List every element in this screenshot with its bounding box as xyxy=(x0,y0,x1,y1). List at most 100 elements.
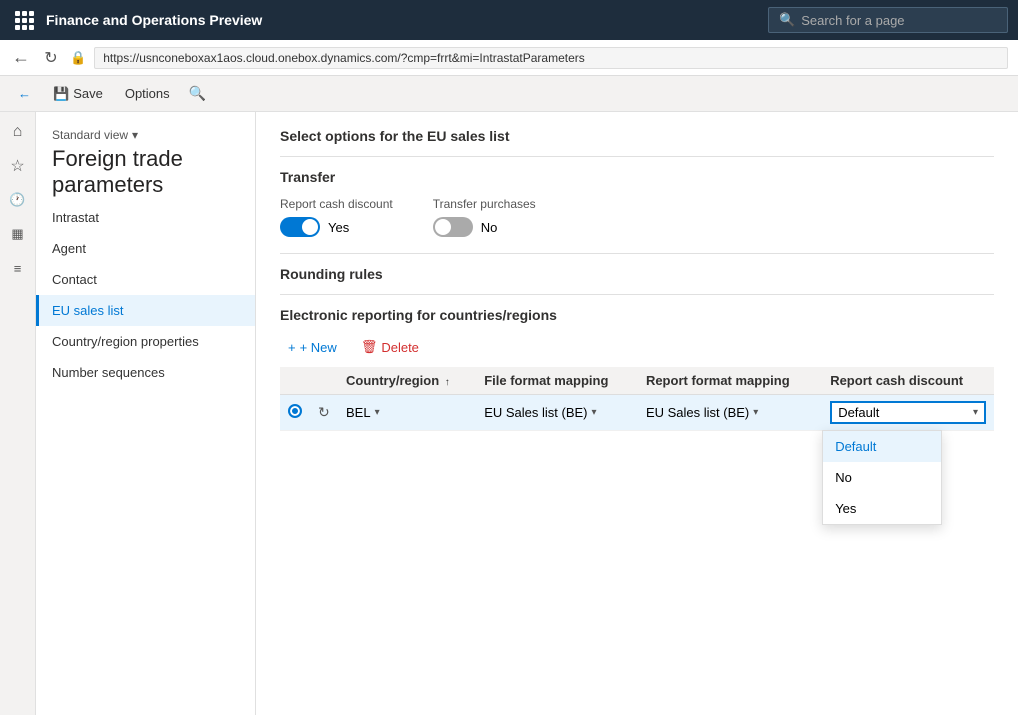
table-body: ↻ BEL ▾ EU Sales list (BE) ▾ xyxy=(280,395,994,431)
data-table: Country/region ↑ File format mapping Rep… xyxy=(280,367,994,431)
electronic-reporting-heading: Electronic reporting for countries/regio… xyxy=(280,307,994,323)
th-country-region: Country/region ↑ xyxy=(338,367,476,395)
rcd-option-default[interactable]: Default xyxy=(823,431,941,462)
td-country-region: BEL ▾ xyxy=(338,395,476,431)
back-nav-button[interactable]: ← xyxy=(10,47,32,69)
country-region-dropdown[interactable]: BEL ▾ xyxy=(346,405,468,420)
sort-icon-country[interactable]: ↑ xyxy=(445,377,450,388)
nav-label-eu-sales-list: EU sales list xyxy=(52,303,124,318)
sidebar-item-agent[interactable]: Agent xyxy=(36,233,255,264)
transfer-purchases-toggle[interactable] xyxy=(433,217,473,237)
toggle-thumb xyxy=(302,219,318,235)
radio-select-filled[interactable] xyxy=(288,404,302,418)
global-search-bar[interactable]: 🔍 Search for a page xyxy=(768,7,1008,33)
th-file-format: File format mapping xyxy=(476,367,638,395)
col-label-country-region: Country/region xyxy=(346,373,439,388)
section-title: Select options for the EU sales list xyxy=(280,128,994,144)
th-select xyxy=(280,367,310,395)
content-area: Select options for the EU sales list Tra… xyxy=(256,112,1018,715)
nav-label-number-sequences: Number sequences xyxy=(52,365,165,380)
back-arrow-icon: ← xyxy=(18,86,31,101)
options-label: Options xyxy=(125,86,170,101)
favorites-icon-button[interactable]: ☆ xyxy=(2,150,34,182)
new-label: + New xyxy=(300,340,337,355)
home-icon-button[interactable]: ⌂ xyxy=(2,116,34,148)
td-refresh: ↻ xyxy=(310,395,338,431)
report-cash-discount-toggle-container: Yes xyxy=(280,217,393,237)
nav-label-country-region: Country/region properties xyxy=(52,334,199,349)
transfer-purchases-label: Transfer purchases xyxy=(433,197,536,211)
modules-icon-button[interactable]: ≡ xyxy=(2,252,34,284)
transfer-heading: Transfer xyxy=(280,169,994,185)
sidebar-item-contact[interactable]: Contact xyxy=(36,264,255,295)
chevron-down-country: ▾ xyxy=(375,407,380,418)
search-icon: 🔍 xyxy=(779,12,795,28)
new-button[interactable]: + + New xyxy=(280,335,345,359)
search-placeholder: Search for a page xyxy=(801,13,904,28)
command-bar: ← 💾 Save Options 🔍 xyxy=(0,76,1018,112)
th-report-cash-discount: Report cash discount xyxy=(822,367,994,395)
sidebar-item-number-sequences[interactable]: Number sequences xyxy=(36,357,255,388)
transfer-purchases-toggle-container: No xyxy=(433,217,536,237)
report-format-dropdown[interactable]: EU Sales list (BE) ▾ xyxy=(646,405,814,420)
chevron-down-file: ▾ xyxy=(592,407,597,418)
rcd-option-yes[interactable]: Yes xyxy=(823,493,941,524)
search-button[interactable]: 🔍 xyxy=(184,80,212,108)
transfer-form-row: Report cash discount Yes Transfer purcha… xyxy=(280,197,994,237)
rcd-input-field[interactable] xyxy=(838,405,969,420)
chevron-down-report: ▾ xyxy=(753,407,758,418)
main-layout: ⌂ ☆ 🕐 ▦ ≡ Standard view ▾ Foreign trade … xyxy=(0,112,1018,715)
delete-icon: 🗑 xyxy=(361,339,378,355)
apps-grid-button[interactable] xyxy=(10,6,38,34)
refresh-nav-button[interactable]: ↻ xyxy=(40,47,62,69)
table-header: Country/region ↑ File format mapping Rep… xyxy=(280,367,994,395)
rcd-option-no-label: No xyxy=(835,470,852,485)
th-report-format: Report format mapping xyxy=(638,367,822,395)
col-label-report-cash-discount: Report cash discount xyxy=(830,373,963,388)
nav-label-agent: Agent xyxy=(52,241,86,256)
delete-button[interactable]: 🗑 Delete xyxy=(353,335,427,359)
save-button[interactable]: 💾 Save xyxy=(45,82,111,106)
rounding-rules-heading: Rounding rules xyxy=(280,266,994,282)
sidebar: Standard view ▾ Foreign trade parameters… xyxy=(36,112,256,715)
page-title: Foreign trade parameters xyxy=(52,146,239,198)
table-row[interactable]: ↻ BEL ▾ EU Sales list (BE) ▾ xyxy=(280,395,994,431)
report-cash-discount-field: Report cash discount Yes xyxy=(280,197,393,237)
top-bar: Finance and Operations Preview 🔍 Search … xyxy=(0,0,1018,40)
toggle-thumb-2 xyxy=(435,219,451,235)
options-button[interactable]: Options xyxy=(117,82,178,105)
grid-dots-icon xyxy=(15,11,34,30)
transfer-purchases-field: Transfer purchases No xyxy=(433,197,536,237)
standard-view-selector[interactable]: Standard view ▾ xyxy=(52,128,239,142)
td-file-format: EU Sales list (BE) ▾ xyxy=(476,395,638,431)
sidebar-item-intrastat[interactable]: Intrastat xyxy=(36,202,255,233)
icon-bar: ⌂ ☆ 🕐 ▦ ≡ xyxy=(0,112,36,715)
sidebar-item-eu-sales-list[interactable]: EU sales list xyxy=(36,295,255,326)
plus-icon: + xyxy=(288,340,296,355)
recent-icon-button[interactable]: 🕐 xyxy=(2,184,34,216)
file-format-dropdown[interactable]: EU Sales list (BE) ▾ xyxy=(484,405,630,420)
td-report-cash-discount: ▾ Default No Yes xyxy=(822,395,994,431)
rcd-option-no[interactable]: No xyxy=(823,462,941,493)
delete-label: Delete xyxy=(381,340,419,355)
report-cash-discount-toggle[interactable] xyxy=(280,217,320,237)
save-label: Save xyxy=(73,86,103,101)
sidebar-item-country-region[interactable]: Country/region properties xyxy=(36,326,255,357)
url-input[interactable]: https://usnconeboxax1aos.cloud.onebox.dy… xyxy=(94,47,1008,69)
rcd-chevron-icon: ▾ xyxy=(973,407,978,418)
chevron-down-icon: ▾ xyxy=(132,128,138,142)
nav-label-intrastat: Intrastat xyxy=(52,210,99,225)
col-label-file-format: File format mapping xyxy=(484,373,608,388)
th-refresh xyxy=(310,367,338,395)
report-format-value: EU Sales list (BE) xyxy=(646,405,749,420)
workspaces-icon-button[interactable]: ▦ xyxy=(2,218,34,250)
lock-icon: 🔒 xyxy=(70,50,86,66)
refresh-row-icon[interactable]: ↻ xyxy=(318,404,330,420)
divider-2 xyxy=(280,253,994,254)
table-header-row: Country/region ↑ File format mapping Rep… xyxy=(280,367,994,395)
address-bar: ← ↻ 🔒 https://usnconeboxax1aos.cloud.one… xyxy=(0,40,1018,76)
back-button[interactable]: ← xyxy=(10,82,39,105)
rcd-input-box[interactable]: ▾ xyxy=(830,401,986,424)
page-header: Standard view ▾ Foreign trade parameters xyxy=(36,120,255,202)
table-toolbar: + + New 🗑 Delete xyxy=(280,335,994,359)
